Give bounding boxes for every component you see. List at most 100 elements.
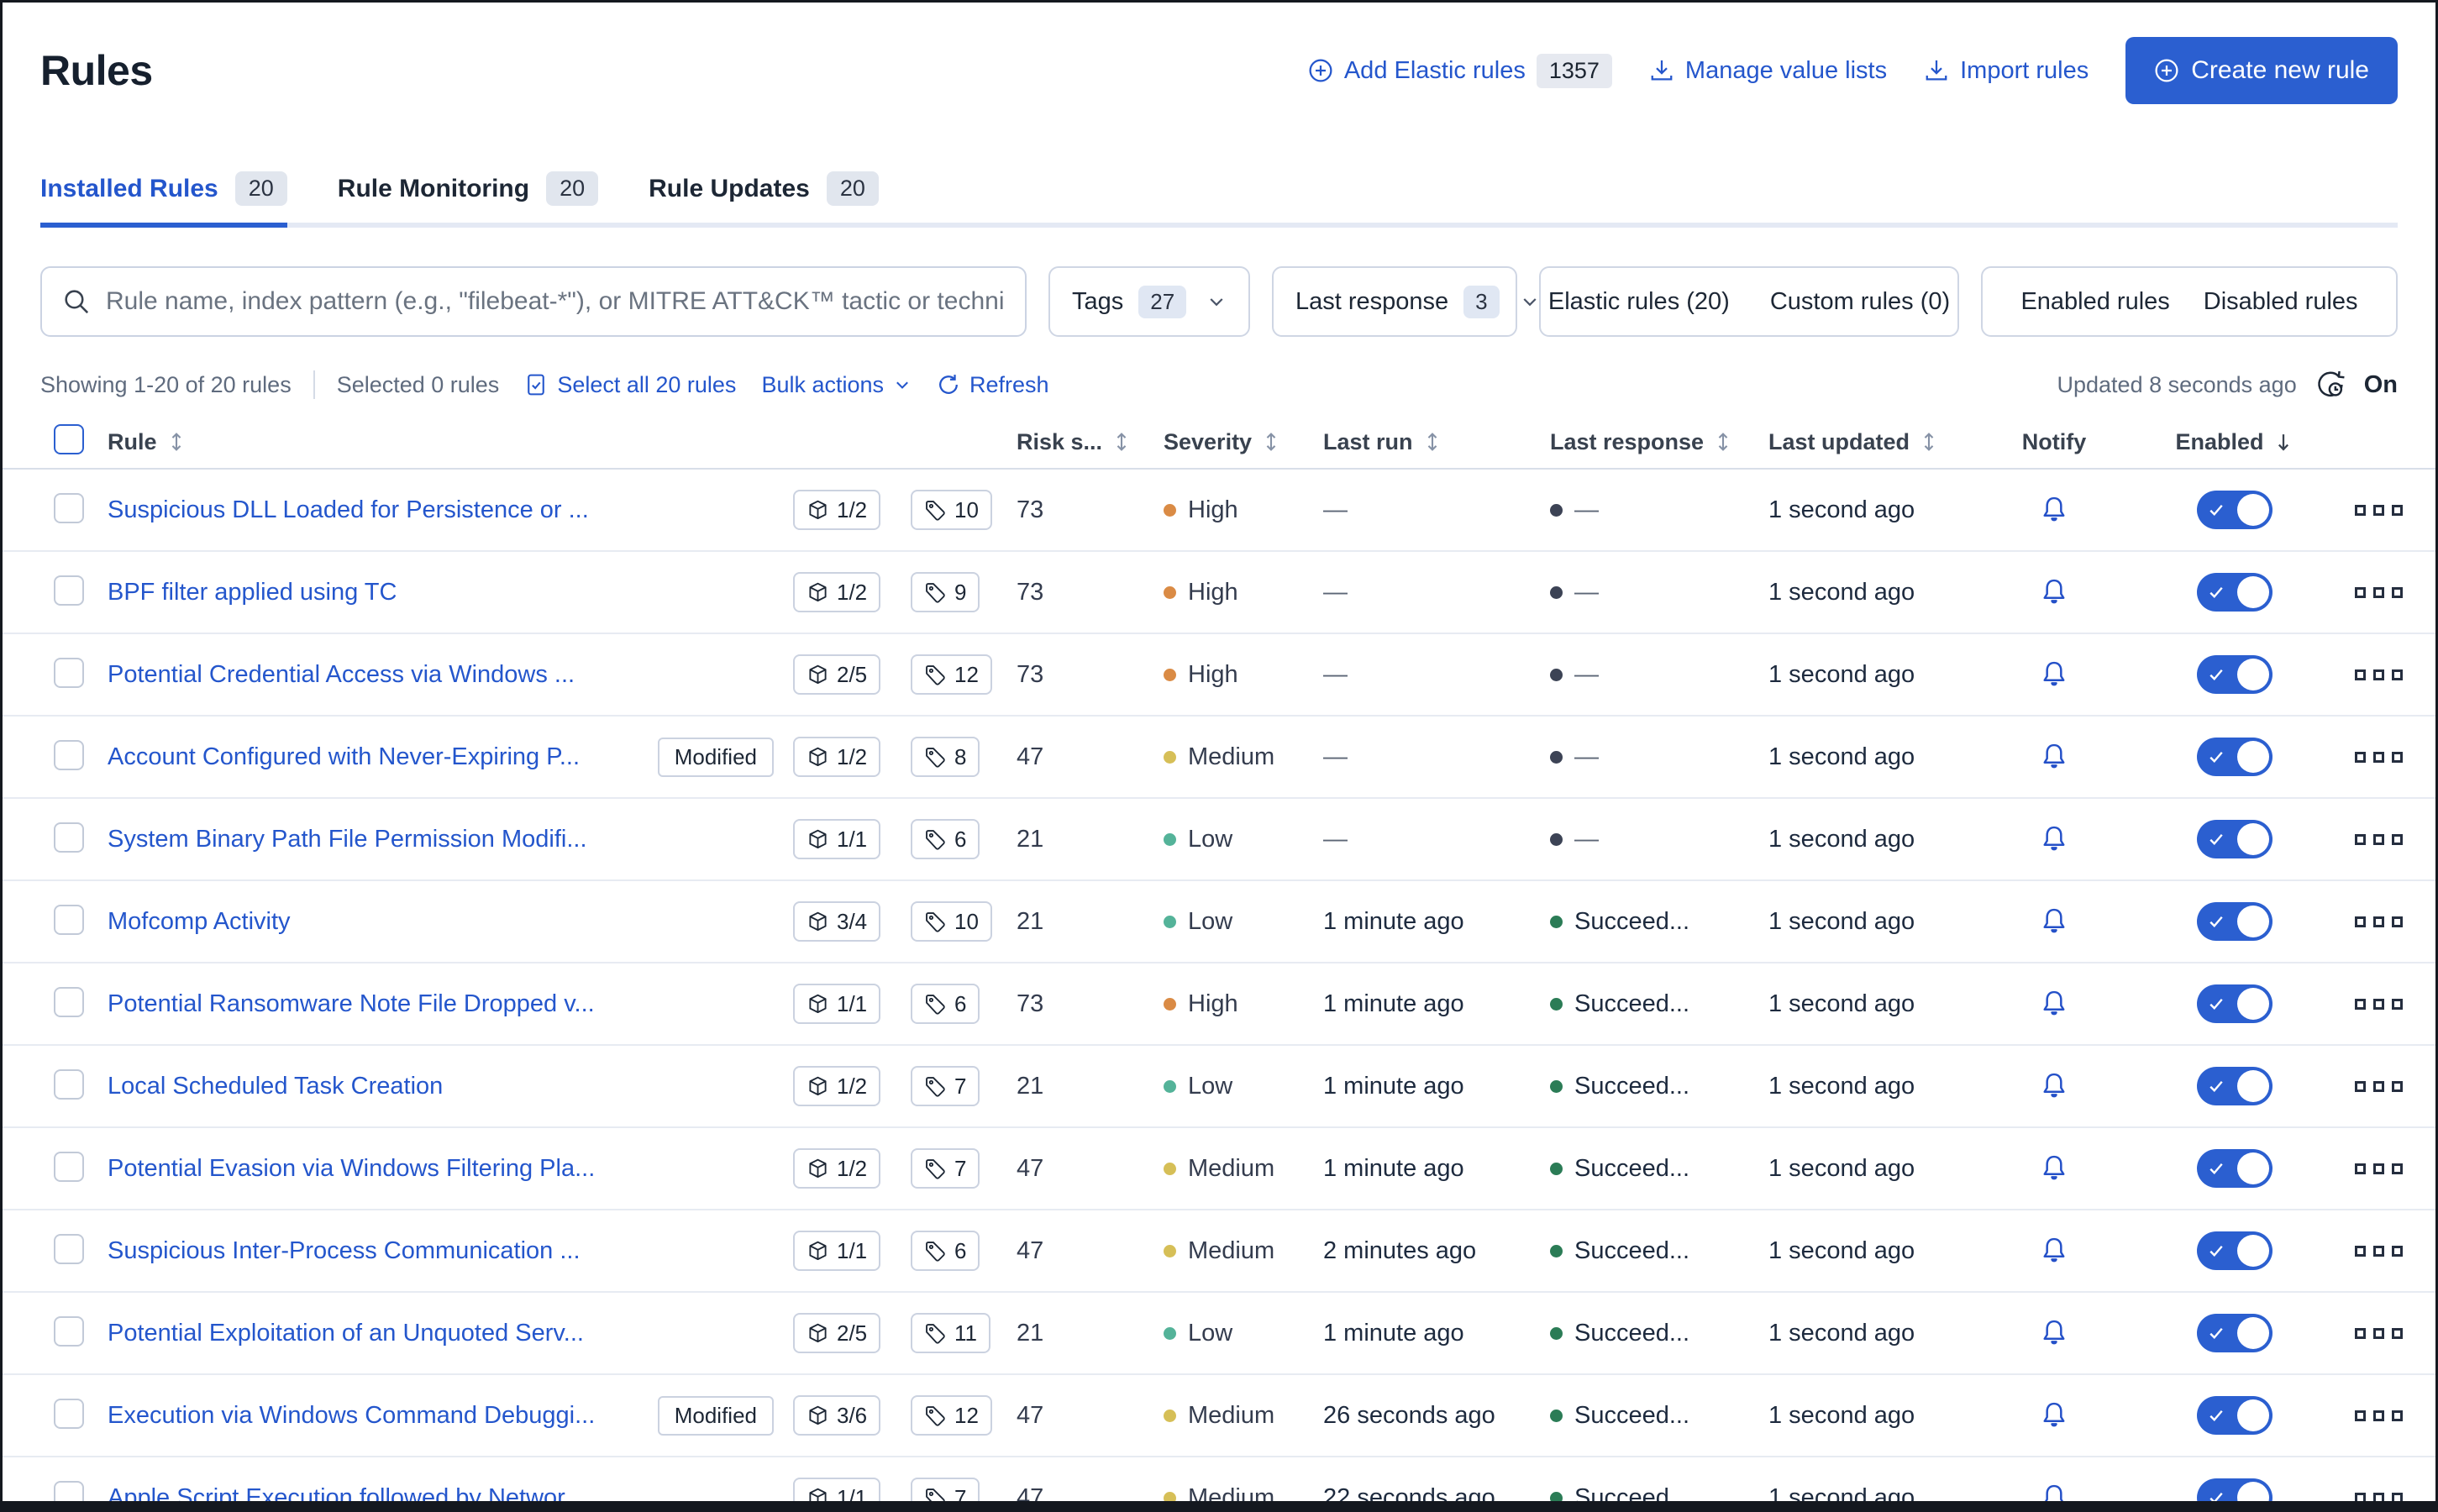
enabled-toggle[interactable]	[2197, 573, 2272, 612]
column-header-rule[interactable]: Rule	[94, 429, 786, 455]
create-new-rule-button[interactable]: Create new rule	[2125, 37, 2398, 104]
integrations-badge[interactable]: 1/2	[793, 1066, 881, 1106]
enabled-toggle[interactable]	[2197, 1231, 2272, 1270]
all-actions-icon[interactable]	[2354, 1080, 2403, 1092]
enabled-toggle[interactable]	[2197, 1396, 2272, 1435]
all-actions-icon[interactable]	[2354, 669, 2403, 680]
all-actions-icon[interactable]	[2354, 1492, 2403, 1504]
notification-bell-icon[interactable]	[2039, 742, 2069, 772]
integrations-badge[interactable]: 1/2	[793, 572, 881, 612]
enabled-toggle[interactable]	[2197, 738, 2272, 776]
integrations-badge[interactable]: 1/1	[793, 984, 881, 1024]
notification-bell-icon[interactable]	[2039, 1400, 2069, 1431]
all-actions-icon[interactable]	[2354, 916, 2403, 927]
integrations-badge[interactable]: 2/5	[793, 654, 881, 695]
row-checkbox[interactable]	[54, 739, 84, 770]
select-all-checkbox[interactable]	[54, 423, 84, 454]
rule-search-box[interactable]	[40, 266, 1027, 337]
notification-bell-icon[interactable]	[2039, 989, 2069, 1019]
all-actions-icon[interactable]	[2354, 1410, 2403, 1421]
row-checkbox[interactable]	[54, 822, 84, 853]
tab-rule-updates[interactable]: Rule Updates 20	[649, 171, 879, 228]
rule-name-link[interactable]: Execution via Windows Command Debuggi...	[108, 1402, 595, 1430]
all-actions-icon[interactable]	[2354, 833, 2403, 845]
add-elastic-rules-link[interactable]: Add Elastic rules 1357	[1308, 53, 1612, 88]
rule-name-link[interactable]: System Binary Path File Permission Modif…	[108, 826, 587, 853]
row-checkbox[interactable]	[54, 657, 84, 688]
enabled-rules-filter[interactable]: Enabled rules	[2020, 288, 2169, 316]
all-actions-icon[interactable]	[2354, 1163, 2403, 1174]
notification-bell-icon[interactable]	[2039, 906, 2069, 937]
column-header-last-response[interactable]: Last response	[1500, 429, 1728, 455]
tags-badge[interactable]: 11	[911, 1313, 990, 1353]
tab-installed-rules[interactable]: Installed Rules 20	[40, 171, 287, 228]
custom-rules-filter[interactable]: Custom rules (0)	[1770, 288, 1950, 316]
elastic-rules-filter[interactable]: Elastic rules (20)	[1548, 288, 1730, 316]
integrations-badge[interactable]: 3/4	[793, 901, 881, 942]
manage-value-lists-link[interactable]: Manage value lists	[1649, 57, 1887, 85]
tags-badge[interactable]: 7	[911, 1066, 980, 1106]
column-header-last-updated[interactable]: Last updated	[1722, 429, 1957, 455]
column-header-risk-score[interactable]: Risk s...	[1004, 429, 1127, 455]
integrations-badge[interactable]: 1/1	[793, 819, 881, 859]
all-actions-icon[interactable]	[2354, 586, 2403, 598]
enabled-toggle[interactable]	[2197, 491, 2272, 529]
integrations-badge[interactable]: 3/6	[793, 1395, 881, 1436]
notification-bell-icon[interactable]	[2039, 1153, 2069, 1184]
auto-refresh-icon[interactable]	[2315, 370, 2346, 400]
row-checkbox[interactable]	[54, 1151, 84, 1182]
rule-name-link[interactable]: Suspicious Inter-Process Communication .…	[108, 1237, 581, 1265]
rule-name-link[interactable]: Local Scheduled Task Creation	[108, 1073, 443, 1100]
tags-badge[interactable]: 10	[911, 490, 992, 530]
integrations-badge[interactable]: 1/1	[793, 1478, 881, 1512]
tags-badge[interactable]: 6	[911, 819, 980, 859]
enabled-toggle[interactable]	[2197, 655, 2272, 694]
notification-bell-icon[interactable]	[2039, 1071, 2069, 1101]
rule-name-link[interactable]: Mofcomp Activity	[108, 908, 291, 936]
select-all-rules-link[interactable]: Select all 20 rules	[524, 372, 736, 398]
enabled-toggle[interactable]	[2197, 1067, 2272, 1105]
integrations-badge[interactable]: 1/2	[793, 737, 881, 777]
rule-name-link[interactable]: Potential Credential Access via Windows …	[108, 661, 575, 689]
tags-badge[interactable]: 10	[911, 901, 992, 942]
rule-name-link[interactable]: Suspicious DLL Loaded for Persistence or…	[108, 496, 589, 524]
search-input[interactable]	[106, 287, 1005, 316]
row-checkbox[interactable]	[54, 1480, 84, 1511]
column-header-last-run[interactable]: Last run	[1277, 429, 1500, 455]
row-checkbox[interactable]	[54, 1398, 84, 1429]
notification-bell-icon[interactable]	[2039, 1483, 2069, 1512]
notification-bell-icon[interactable]	[2039, 1236, 2069, 1266]
tab-rule-monitoring[interactable]: Rule Monitoring 20	[338, 171, 599, 228]
notification-bell-icon[interactable]	[2039, 1318, 2069, 1348]
enabled-toggle[interactable]	[2197, 1314, 2272, 1352]
integrations-badge[interactable]: 1/2	[793, 1148, 881, 1189]
rule-name-link[interactable]: Potential Ransomware Note File Dropped v…	[108, 990, 595, 1018]
enabled-toggle[interactable]	[2197, 820, 2272, 858]
column-header-severity[interactable]: Severity	[1122, 429, 1277, 455]
enabled-toggle[interactable]	[2197, 1149, 2272, 1188]
integrations-badge[interactable]: 1/2	[793, 490, 881, 530]
row-checkbox[interactable]	[54, 1068, 84, 1100]
integrations-badge[interactable]: 2/5	[793, 1313, 881, 1353]
all-actions-icon[interactable]	[2354, 504, 2403, 516]
all-actions-icon[interactable]	[2354, 1327, 2403, 1339]
rule-name-link[interactable]: Apple Script Execution followed by Netwo…	[108, 1484, 584, 1512]
row-checkbox[interactable]	[54, 986, 84, 1017]
tags-badge[interactable]: 9	[911, 572, 980, 612]
tags-badge[interactable]: 7	[911, 1478, 980, 1512]
bulk-actions-dropdown[interactable]: Bulk actions	[761, 372, 912, 398]
enabled-toggle[interactable]	[2197, 984, 2272, 1023]
tags-badge[interactable]: 7	[911, 1148, 980, 1189]
import-rules-link[interactable]: Import rules	[1924, 57, 2089, 85]
all-actions-icon[interactable]	[2354, 751, 2403, 763]
disabled-rules-filter[interactable]: Disabled rules	[2204, 288, 2358, 316]
all-actions-icon[interactable]	[2354, 998, 2403, 1010]
rule-name-link[interactable]: Potential Exploitation of an Unquoted Se…	[108, 1320, 584, 1347]
tags-filter-dropdown[interactable]: Tags 27	[1048, 266, 1250, 337]
tags-badge[interactable]: 6	[911, 984, 980, 1024]
refresh-button[interactable]: Refresh	[937, 372, 1049, 398]
tags-badge[interactable]: 8	[911, 737, 980, 777]
tags-badge[interactable]: 12	[911, 1395, 992, 1436]
tags-badge[interactable]: 12	[911, 654, 992, 695]
rule-name-link[interactable]: Account Configured with Never-Expiring P…	[108, 743, 580, 771]
